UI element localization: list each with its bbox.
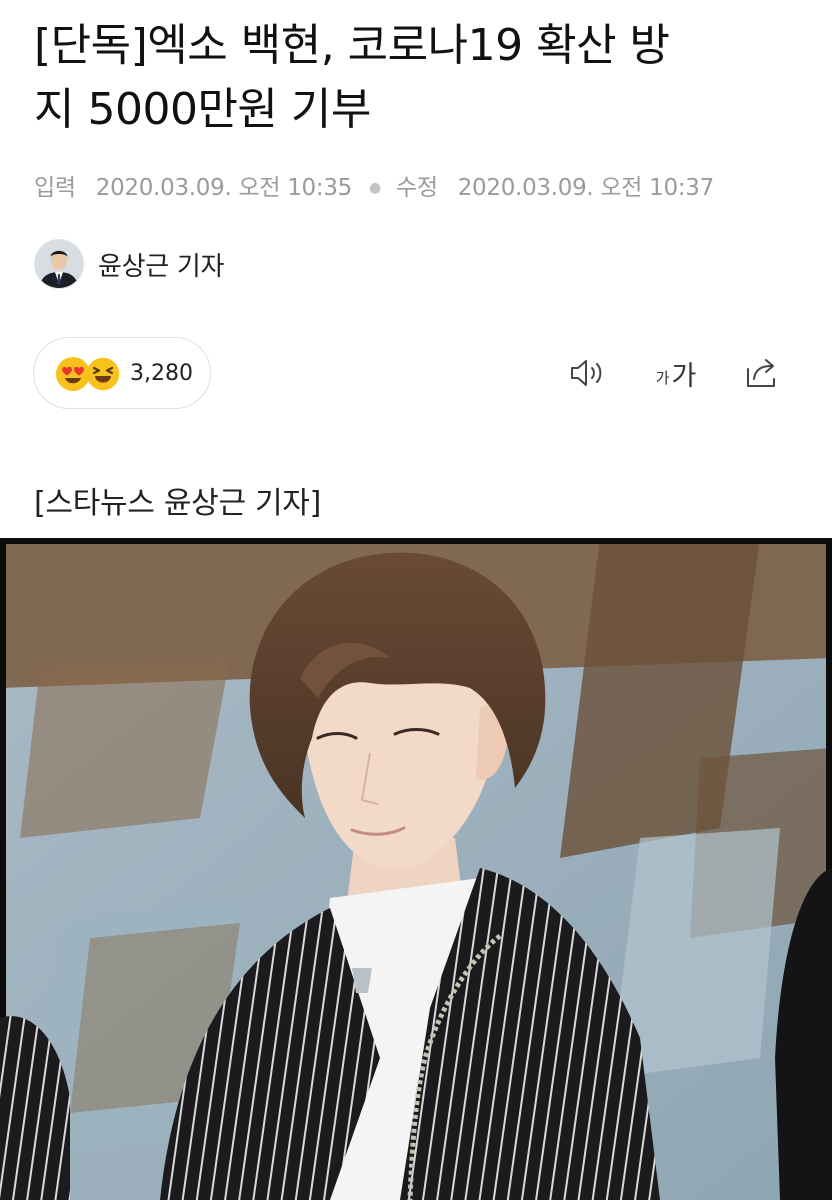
text-to-speech-button[interactable]	[566, 352, 610, 394]
article-meta: 입력 2020.03.09. 오전 10:35 ● 수정 2020.03.09.…	[34, 172, 714, 204]
font-size-small-glyph: 가	[655, 368, 670, 387]
share-button[interactable]	[740, 352, 784, 394]
share-icon	[747, 359, 775, 387]
headline: [단독]엑소 백현, 코로나19 확산 방 지 5000만원 기부	[34, 14, 804, 142]
reporter-avatar[interactable]	[34, 239, 84, 289]
modified-label: 수정	[395, 175, 438, 201]
reaction-count: 3,280	[130, 361, 193, 386]
font-size-large-glyph: 가	[671, 360, 697, 392]
meta-separator-dot: ●	[369, 180, 381, 196]
reporter-byline[interactable]: 윤상근 기자	[34, 238, 224, 290]
headline-line-1: [단독]엑소 백현, 코로나19 확산 방	[34, 20, 670, 71]
reaction-button[interactable]: 3,280	[33, 337, 211, 409]
modified-time: 2020.03.09. 오전 10:37	[457, 175, 715, 201]
font-size-button[interactable]: 가 가	[648, 352, 704, 394]
photo-caption: [스타뉴스 윤상근 기자]	[34, 486, 321, 521]
article-photo	[0, 538, 832, 1200]
published-time: 2020.03.09. 오전 10:35	[95, 175, 353, 201]
heart-eyes-emoji-icon	[56, 357, 90, 391]
reporter-name[interactable]: 윤상근 기자	[98, 246, 224, 283]
headline-line-2: 지 5000만원 기부	[34, 84, 371, 135]
speaker-icon	[571, 360, 602, 386]
published-label: 입력	[34, 175, 76, 201]
